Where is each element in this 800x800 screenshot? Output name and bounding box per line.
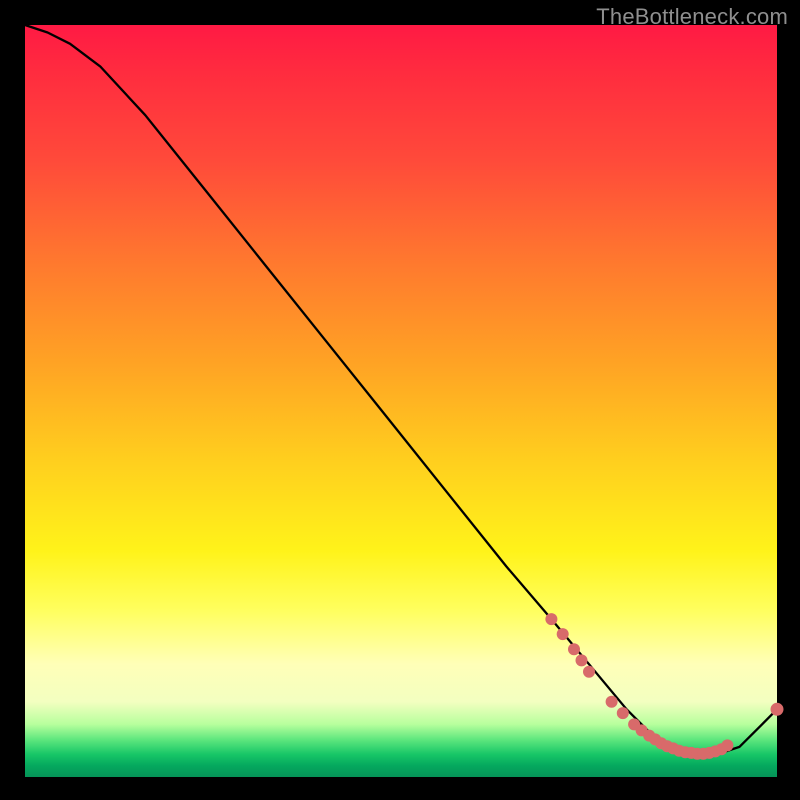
bottleneck-curve — [25, 25, 777, 754]
chart-stage: TheBottleneck.com — [0, 0, 800, 800]
data-point — [606, 696, 618, 708]
data-point — [617, 707, 629, 719]
watermark-text: TheBottleneck.com — [596, 4, 788, 30]
data-point — [576, 654, 588, 666]
data-point — [568, 643, 580, 655]
data-point — [583, 666, 595, 678]
data-point — [545, 613, 557, 625]
chart-plot-area — [25, 25, 777, 777]
chart-svg — [25, 25, 777, 777]
data-point — [771, 703, 784, 716]
data-point — [557, 628, 569, 640]
data-point — [721, 739, 733, 751]
